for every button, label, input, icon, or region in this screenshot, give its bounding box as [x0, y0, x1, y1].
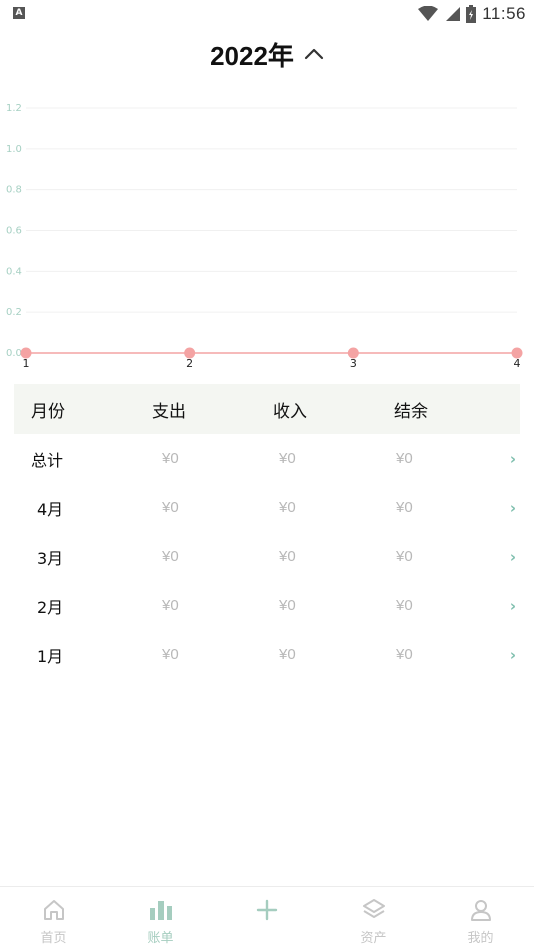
row-balance: ¥0 [396, 597, 413, 614]
header-income: 收入 [273, 401, 307, 422]
table-row-month[interactable]: 1月 ¥0 ¥0 ¥0 › [14, 630, 520, 679]
x-tick-label: 1 [23, 357, 30, 370]
table-row-total[interactable]: 总计 ¥0 ¥0 ¥0 › [14, 434, 520, 483]
line-chart: 0.0 0.2 0.4 0.6 0.8 1.0 1.2 1 2 3 4 [0, 95, 534, 375]
y-tick-label: 0.0 [6, 348, 22, 359]
nav-item-bill[interactable]: 账单 [107, 887, 214, 950]
status-bar: A 11:56 [0, 0, 534, 28]
y-tick-label: 0.8 [6, 185, 22, 196]
row-expense: ¥0 [162, 646, 179, 663]
nav-label-assets: 资产 [360, 931, 387, 946]
y-tick-label: 0.6 [6, 226, 22, 237]
row-expense: ¥0 [162, 548, 179, 565]
nav-label-home: 首页 [40, 931, 67, 946]
wifi-icon [418, 6, 439, 21]
status-right: 11:56 [418, 2, 526, 26]
row-balance: ¥0 [396, 450, 413, 467]
layers-icon [362, 899, 385, 918]
nav-label-bill: 账单 [147, 931, 174, 946]
row-expense: ¥0 [162, 499, 179, 516]
y-tick-label: 1.0 [6, 144, 22, 155]
table-row-month[interactable]: 2月 ¥0 ¥0 ¥0 › [14, 581, 520, 630]
row-month: 2月 [37, 597, 64, 617]
plus-icon [256, 899, 277, 921]
row-expense: ¥0 [162, 597, 179, 614]
row-income: ¥0 [279, 499, 296, 516]
row-income: ¥0 [279, 450, 296, 467]
nav-item-add[interactable] [213, 887, 320, 950]
accessibility-icon: A [13, 7, 25, 19]
home-icon [43, 900, 64, 920]
nav-item-assets[interactable]: 资产 [320, 887, 427, 950]
chevron-up-icon[interactable] [304, 47, 324, 61]
row-income: ¥0 [279, 548, 296, 565]
row-income: ¥0 [279, 646, 296, 663]
row-balance: ¥0 [396, 548, 413, 565]
user-icon [470, 900, 491, 921]
table-row-month[interactable]: 3月 ¥0 ¥0 ¥0 › [14, 532, 520, 581]
table-header: 月份 支出 收入 结余 [14, 384, 520, 434]
row-month: 总计 [31, 450, 64, 470]
battery-icon [466, 5, 477, 23]
chevron-right-icon[interactable]: › [510, 548, 516, 566]
x-tick-label: 4 [514, 357, 521, 370]
year-selector[interactable]: 2022年 [0, 34, 534, 74]
y-tick-label: 1.2 [6, 103, 22, 114]
chevron-right-icon[interactable]: › [510, 597, 516, 615]
bottom-nav: 首页 账单 资产 我的 [0, 886, 534, 950]
header-expense: 支出 [152, 401, 186, 422]
y-tick-label: 0.4 [6, 266, 22, 277]
x-tick-label: 2 [186, 357, 193, 370]
nav-label-mine: 我的 [467, 931, 494, 946]
y-tick-label: 0.2 [6, 307, 22, 318]
chevron-right-icon[interactable]: › [510, 450, 516, 468]
row-month: 1月 [37, 646, 64, 666]
year-title[interactable]: 2022年 [210, 36, 294, 73]
table-row-month[interactable]: 4月 ¥0 ¥0 ¥0 › [14, 483, 520, 532]
row-balance: ¥0 [396, 646, 413, 663]
nav-item-home[interactable]: 首页 [0, 887, 107, 950]
nav-item-mine[interactable]: 我的 [427, 887, 534, 950]
chart-svg: 0.0 0.2 0.4 0.6 0.8 1.0 1.2 1 2 3 4 [6, 103, 523, 370]
status-time: 11:56 [482, 4, 526, 23]
bar-chart-icon [149, 901, 172, 920]
row-income: ¥0 [279, 597, 296, 614]
chevron-right-icon[interactable]: › [510, 499, 516, 517]
chevron-right-icon[interactable]: › [510, 646, 516, 664]
row-balance: ¥0 [396, 499, 413, 516]
header-balance: 结余 [394, 401, 428, 422]
row-month: 3月 [37, 548, 64, 568]
row-month: 4月 [37, 499, 64, 519]
signal-icon [446, 7, 461, 21]
monthly-summary-table: 月份 支出 收入 结余 总计 ¥0 ¥0 ¥0 › 4月 ¥0 ¥0 ¥0 › … [14, 384, 520, 679]
row-expense: ¥0 [162, 450, 179, 467]
x-tick-label: 3 [350, 357, 357, 370]
header-month: 月份 [31, 401, 65, 422]
